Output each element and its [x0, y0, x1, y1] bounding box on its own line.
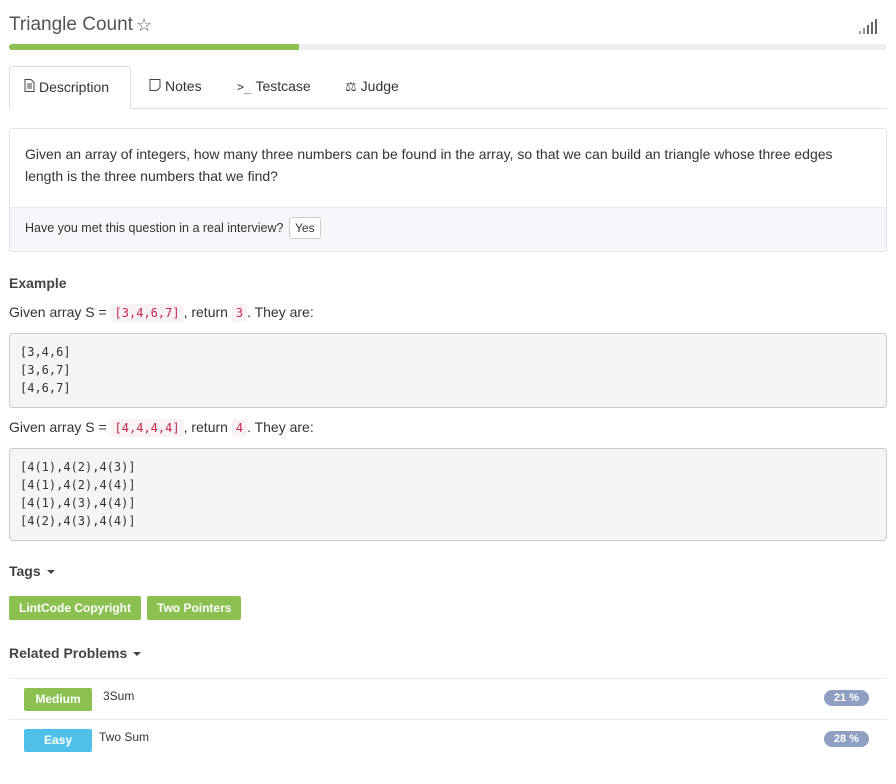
related-row-two-sum[interactable]: Easy Two Sum 28 % [9, 719, 887, 760]
example-heading: Example [9, 275, 67, 291]
example-suffix: . They are: [247, 419, 314, 435]
code-line: [3,6,7] [20, 363, 71, 377]
tab-description-label: Description [39, 79, 110, 95]
tab-testcase-label: Testcase [255, 78, 311, 94]
example-prefix: Given array S = [9, 304, 111, 320]
example-statement-1: Given array S = [3,4,6,7], return 3. The… [9, 304, 314, 322]
difficulty-badge: Easy [24, 729, 92, 752]
example-statement-2: Given array S = [4,4,4,4], return 4. The… [9, 419, 314, 437]
tab-bar: Description Notes >_ Testcase ⚖ Judge [9, 66, 887, 109]
scale-icon: ⚖ [345, 79, 357, 94]
example-result: 4 [231, 419, 248, 437]
progress-fill [9, 44, 299, 50]
difficulty-badge: Medium [24, 688, 92, 711]
tab-notes[interactable]: Notes [135, 66, 216, 108]
page-title: Triangle Count [9, 14, 133, 35]
terminal-icon: >_ [237, 80, 252, 94]
example-result: 3 [231, 304, 248, 322]
related-row-3sum[interactable]: Medium 3Sum 21 % [9, 678, 887, 719]
example-code-block-2: [4(1),4(2),4(3)] [4(1),4(2),4(4)] [4(1),… [9, 448, 887, 541]
code-line: [4(1),4(2),4(3)] [20, 460, 136, 474]
tags-heading[interactable]: Tags [9, 563, 55, 579]
related-problems-heading[interactable]: Related Problems [9, 645, 142, 661]
example-prefix: Given array S = [9, 419, 111, 435]
related-problems-label: Related Problems [9, 645, 128, 661]
progress-bar [9, 44, 887, 50]
code-line: [4,6,7] [20, 381, 71, 395]
note-icon [149, 66, 161, 107]
star-icon[interactable]: ☆ [136, 15, 152, 36]
acceptance-badge: 21 % [823, 690, 869, 706]
code-line: [4(1),4(2),4(4)] [20, 478, 136, 492]
tag-lintcode-copyright[interactable]: LintCode Copyright [9, 596, 141, 620]
example-code-block-1: [3,4,6] [3,6,7] [4,6,7] [9, 333, 887, 408]
caret-down-icon [46, 570, 55, 575]
signal-bars-icon [859, 18, 879, 34]
document-icon [24, 67, 35, 108]
problem-header: Triangle Count ☆ [9, 12, 887, 42]
problem-description: Given an array of integers, how many thr… [25, 146, 833, 184]
tags-heading-label: Tags [9, 563, 41, 579]
tab-description[interactable]: Description [9, 66, 131, 109]
related-problem-link[interactable]: 3Sum [103, 689, 134, 703]
description-panel: Given an array of integers, how many thr… [9, 128, 887, 252]
example-suffix: . They are: [247, 304, 314, 320]
example-middle: , return [183, 419, 232, 435]
example-array: [3,4,6,7] [110, 304, 184, 322]
tab-testcase[interactable]: >_ Testcase [223, 66, 325, 108]
code-line: [3,4,6] [20, 345, 71, 359]
code-line: [4(2),4(3),4(4)] [20, 514, 136, 528]
interview-footer: Have you met this question in a real int… [10, 207, 886, 251]
interview-question: Have you met this question in a real int… [25, 221, 284, 235]
caret-down-icon [133, 652, 142, 657]
tab-judge[interactable]: ⚖ Judge [331, 66, 413, 108]
acceptance-badge: 28 % [823, 731, 869, 747]
tab-judge-label: Judge [360, 78, 399, 94]
related-problem-link[interactable]: Two Sum [99, 730, 149, 744]
yes-button[interactable]: Yes [289, 217, 321, 239]
example-array: [4,4,4,4] [110, 419, 184, 437]
code-line: [4(1),4(3),4(4)] [20, 496, 136, 510]
example-middle: , return [183, 304, 232, 320]
tab-notes-label: Notes [165, 78, 202, 94]
tag-two-pointers[interactable]: Two Pointers [147, 596, 242, 620]
